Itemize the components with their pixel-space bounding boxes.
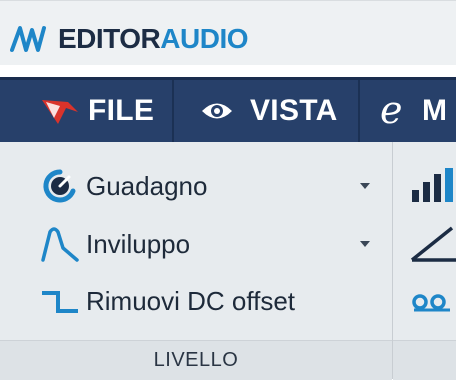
menu-vista[interactable]: VISTA (174, 80, 358, 142)
wavelab-logo-icon (42, 100, 78, 124)
menu-modifica[interactable]: e M (360, 80, 456, 142)
waveform-logo-icon (10, 26, 46, 52)
ribbon-panel: Guadagno Inviluppo Rimuovi DC offset LIV… (0, 142, 456, 380)
gain-label: Guadagno (86, 171, 208, 201)
envelope-button[interactable]: Inviluppo (40, 224, 380, 264)
menu-file-label: FILE (88, 94, 155, 127)
gain-dropdown-icon[interactable] (360, 183, 370, 189)
gain-dial-icon (43, 169, 76, 203)
envelope-icon (41, 227, 79, 262)
eye-icon (202, 103, 232, 119)
app-title-main: EDITOR (58, 23, 161, 54)
group-label: LIVELLO (153, 349, 239, 371)
ribbon-group-livello: Guadagno Inviluppo Rimuovi DC offset LIV… (0, 142, 393, 380)
fade-ramp-icon[interactable] (410, 226, 456, 262)
ribbon-group-footer-right (393, 340, 456, 380)
level-bars-icon[interactable] (410, 168, 456, 204)
app-title-accent: AUDIO (160, 23, 249, 54)
envelope-dropdown-icon[interactable] (360, 241, 370, 247)
envelope-label: Inviluppo (86, 229, 191, 259)
ribbon-menu-bar: FILE VISTA e M (0, 77, 456, 142)
menu-vista-label: VISTA (250, 94, 338, 127)
edit-e-icon: e (380, 88, 403, 132)
title-bar: EDITORAUDIO (0, 0, 456, 65)
loop-icon[interactable] (410, 290, 456, 314)
dc-offset-icon (42, 291, 78, 313)
remove-dc-offset-button[interactable]: Rimuovi DC offset (40, 281, 380, 321)
gain-button[interactable]: Guadagno (40, 166, 380, 206)
app-title: EDITORAUDIO (58, 22, 249, 56)
ribbon-group-footer: LIVELLO (0, 340, 392, 380)
remove-dc-offset-label: Rimuovi DC offset (86, 286, 296, 316)
menu-modifica-label: M (422, 94, 448, 127)
menu-file[interactable]: FILE (0, 80, 172, 142)
